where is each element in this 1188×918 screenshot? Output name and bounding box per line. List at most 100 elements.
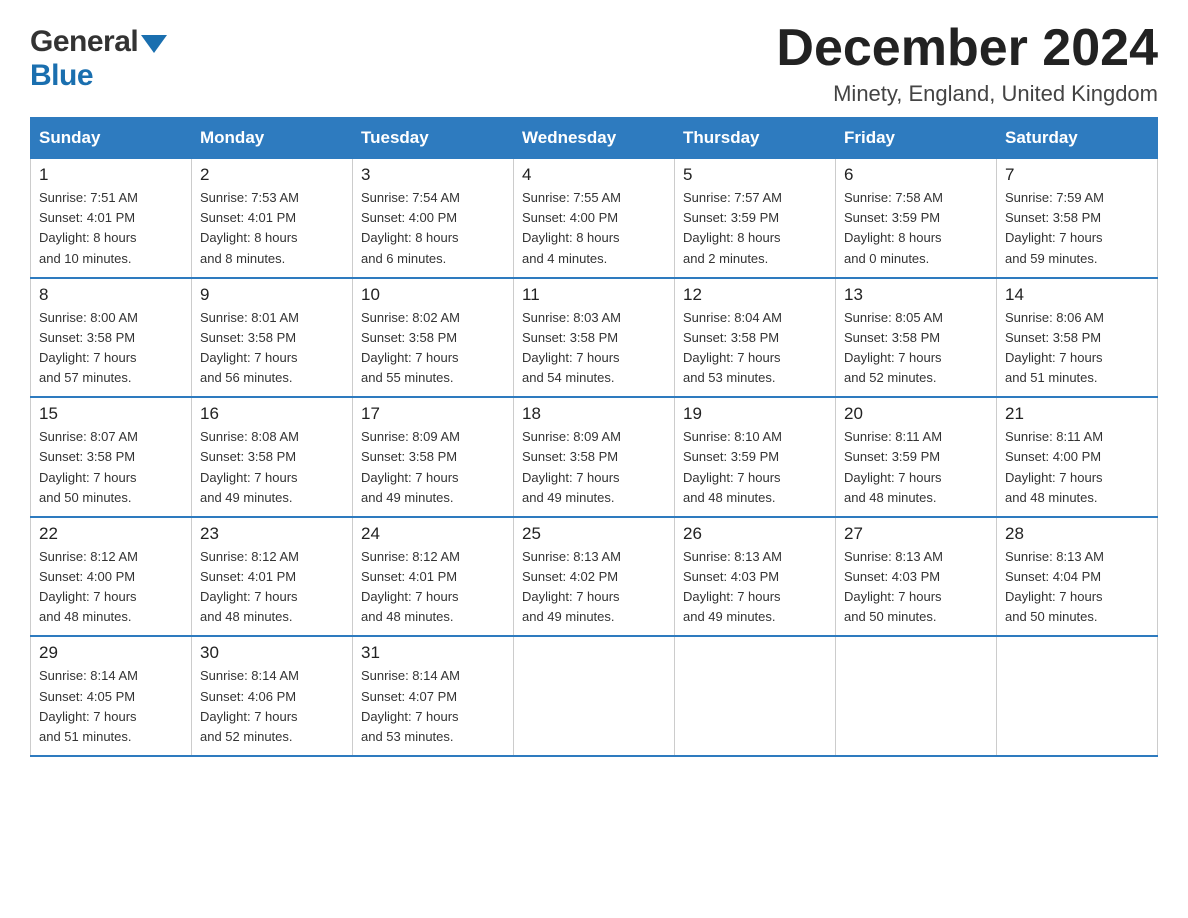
day-number: 4 <box>522 165 666 185</box>
day-number: 6 <box>844 165 988 185</box>
day-info: Sunrise: 8:06 AMSunset: 3:58 PMDaylight:… <box>1005 308 1149 389</box>
calendar-cell: 17 Sunrise: 8:09 AMSunset: 3:58 PMDaylig… <box>353 397 514 517</box>
calendar-week-row: 15 Sunrise: 8:07 AMSunset: 3:58 PMDaylig… <box>31 397 1158 517</box>
calendar-cell: 27 Sunrise: 8:13 AMSunset: 4:03 PMDaylig… <box>836 517 997 637</box>
day-number: 22 <box>39 524 183 544</box>
day-number: 11 <box>522 285 666 305</box>
location-subtitle: Minety, England, United Kingdom <box>776 81 1158 107</box>
day-info: Sunrise: 8:00 AMSunset: 3:58 PMDaylight:… <box>39 308 183 389</box>
calendar-cell: 21 Sunrise: 8:11 AMSunset: 4:00 PMDaylig… <box>997 397 1158 517</box>
day-info: Sunrise: 8:02 AMSunset: 3:58 PMDaylight:… <box>361 308 505 389</box>
day-number: 18 <box>522 404 666 424</box>
calendar-header-row: SundayMondayTuesdayWednesdayThursdayFrid… <box>31 118 1158 159</box>
calendar-cell: 1 Sunrise: 7:51 AMSunset: 4:01 PMDayligh… <box>31 159 192 278</box>
logo-blue: Blue <box>30 59 93 92</box>
calendar-header-thursday: Thursday <box>675 118 836 159</box>
day-number: 10 <box>361 285 505 305</box>
day-number: 8 <box>39 285 183 305</box>
day-info: Sunrise: 8:13 AMSunset: 4:03 PMDaylight:… <box>683 547 827 628</box>
day-number: 5 <box>683 165 827 185</box>
day-number: 2 <box>200 165 344 185</box>
day-info: Sunrise: 8:11 AMSunset: 4:00 PMDaylight:… <box>1005 427 1149 508</box>
day-number: 13 <box>844 285 988 305</box>
logo-general: General <box>30 25 138 59</box>
day-info: Sunrise: 7:55 AMSunset: 4:00 PMDaylight:… <box>522 188 666 269</box>
day-info: Sunrise: 8:09 AMSunset: 3:58 PMDaylight:… <box>361 427 505 508</box>
calendar-cell: 11 Sunrise: 8:03 AMSunset: 3:58 PMDaylig… <box>514 278 675 398</box>
calendar-cell: 8 Sunrise: 8:00 AMSunset: 3:58 PMDayligh… <box>31 278 192 398</box>
calendar-week-row: 22 Sunrise: 8:12 AMSunset: 4:00 PMDaylig… <box>31 517 1158 637</box>
calendar-cell <box>675 636 836 756</box>
day-info: Sunrise: 8:12 AMSunset: 4:01 PMDaylight:… <box>200 547 344 628</box>
calendar-cell: 6 Sunrise: 7:58 AMSunset: 3:59 PMDayligh… <box>836 159 997 278</box>
calendar-week-row: 29 Sunrise: 8:14 AMSunset: 4:05 PMDaylig… <box>31 636 1158 756</box>
calendar-cell <box>836 636 997 756</box>
day-info: Sunrise: 8:13 AMSunset: 4:02 PMDaylight:… <box>522 547 666 628</box>
calendar-cell: 20 Sunrise: 8:11 AMSunset: 3:59 PMDaylig… <box>836 397 997 517</box>
day-number: 15 <box>39 404 183 424</box>
day-info: Sunrise: 8:13 AMSunset: 4:03 PMDaylight:… <box>844 547 988 628</box>
day-number: 21 <box>1005 404 1149 424</box>
calendar-cell: 22 Sunrise: 8:12 AMSunset: 4:00 PMDaylig… <box>31 517 192 637</box>
calendar-cell: 2 Sunrise: 7:53 AMSunset: 4:01 PMDayligh… <box>192 159 353 278</box>
day-info: Sunrise: 8:14 AMSunset: 4:07 PMDaylight:… <box>361 666 505 747</box>
calendar-cell: 26 Sunrise: 8:13 AMSunset: 4:03 PMDaylig… <box>675 517 836 637</box>
calendar-header-tuesday: Tuesday <box>353 118 514 159</box>
calendar-cell: 7 Sunrise: 7:59 AMSunset: 3:58 PMDayligh… <box>997 159 1158 278</box>
calendar-cell: 3 Sunrise: 7:54 AMSunset: 4:00 PMDayligh… <box>353 159 514 278</box>
page-header: General Blue December 2024 Minety, Engla… <box>30 20 1158 107</box>
day-info: Sunrise: 8:09 AMSunset: 3:58 PMDaylight:… <box>522 427 666 508</box>
calendar-header-monday: Monday <box>192 118 353 159</box>
day-info: Sunrise: 8:07 AMSunset: 3:58 PMDaylight:… <box>39 427 183 508</box>
calendar-cell: 13 Sunrise: 8:05 AMSunset: 3:58 PMDaylig… <box>836 278 997 398</box>
title-area: December 2024 Minety, England, United Ki… <box>776 20 1158 107</box>
day-info: Sunrise: 8:11 AMSunset: 3:59 PMDaylight:… <box>844 427 988 508</box>
day-info: Sunrise: 8:10 AMSunset: 3:59 PMDaylight:… <box>683 427 827 508</box>
calendar-cell: 23 Sunrise: 8:12 AMSunset: 4:01 PMDaylig… <box>192 517 353 637</box>
day-number: 20 <box>844 404 988 424</box>
day-info: Sunrise: 8:14 AMSunset: 4:06 PMDaylight:… <box>200 666 344 747</box>
calendar-cell: 19 Sunrise: 8:10 AMSunset: 3:59 PMDaylig… <box>675 397 836 517</box>
day-number: 7 <box>1005 165 1149 185</box>
calendar-header-friday: Friday <box>836 118 997 159</box>
day-info: Sunrise: 8:04 AMSunset: 3:58 PMDaylight:… <box>683 308 827 389</box>
day-number: 14 <box>1005 285 1149 305</box>
day-number: 17 <box>361 404 505 424</box>
calendar-cell: 31 Sunrise: 8:14 AMSunset: 4:07 PMDaylig… <box>353 636 514 756</box>
month-title: December 2024 <box>776 20 1158 77</box>
calendar-header-saturday: Saturday <box>997 118 1158 159</box>
day-info: Sunrise: 8:01 AMSunset: 3:58 PMDaylight:… <box>200 308 344 389</box>
day-info: Sunrise: 8:08 AMSunset: 3:58 PMDaylight:… <box>200 427 344 508</box>
day-info: Sunrise: 7:59 AMSunset: 3:58 PMDaylight:… <box>1005 188 1149 269</box>
calendar-cell: 25 Sunrise: 8:13 AMSunset: 4:02 PMDaylig… <box>514 517 675 637</box>
day-info: Sunrise: 7:54 AMSunset: 4:00 PMDaylight:… <box>361 188 505 269</box>
day-info: Sunrise: 8:03 AMSunset: 3:58 PMDaylight:… <box>522 308 666 389</box>
day-number: 29 <box>39 643 183 663</box>
calendar-cell: 9 Sunrise: 8:01 AMSunset: 3:58 PMDayligh… <box>192 278 353 398</box>
calendar-cell: 5 Sunrise: 7:57 AMSunset: 3:59 PMDayligh… <box>675 159 836 278</box>
calendar-header-wednesday: Wednesday <box>514 118 675 159</box>
calendar-cell: 28 Sunrise: 8:13 AMSunset: 4:04 PMDaylig… <box>997 517 1158 637</box>
day-number: 9 <box>200 285 344 305</box>
calendar-cell: 14 Sunrise: 8:06 AMSunset: 3:58 PMDaylig… <box>997 278 1158 398</box>
calendar-cell: 18 Sunrise: 8:09 AMSunset: 3:58 PMDaylig… <box>514 397 675 517</box>
day-number: 1 <box>39 165 183 185</box>
day-info: Sunrise: 8:14 AMSunset: 4:05 PMDaylight:… <box>39 666 183 747</box>
logo-triangle-icon <box>141 35 167 53</box>
day-number: 31 <box>361 643 505 663</box>
calendar-cell: 16 Sunrise: 8:08 AMSunset: 3:58 PMDaylig… <box>192 397 353 517</box>
calendar-header-sunday: Sunday <box>31 118 192 159</box>
day-number: 23 <box>200 524 344 544</box>
day-info: Sunrise: 8:12 AMSunset: 4:00 PMDaylight:… <box>39 547 183 628</box>
day-number: 28 <box>1005 524 1149 544</box>
logo: General Blue <box>30 20 167 93</box>
calendar-cell: 29 Sunrise: 8:14 AMSunset: 4:05 PMDaylig… <box>31 636 192 756</box>
calendar-cell <box>997 636 1158 756</box>
day-info: Sunrise: 8:13 AMSunset: 4:04 PMDaylight:… <box>1005 547 1149 628</box>
calendar-table: SundayMondayTuesdayWednesdayThursdayFrid… <box>30 117 1158 757</box>
day-number: 27 <box>844 524 988 544</box>
calendar-cell: 10 Sunrise: 8:02 AMSunset: 3:58 PMDaylig… <box>353 278 514 398</box>
day-number: 16 <box>200 404 344 424</box>
calendar-cell <box>514 636 675 756</box>
day-number: 12 <box>683 285 827 305</box>
